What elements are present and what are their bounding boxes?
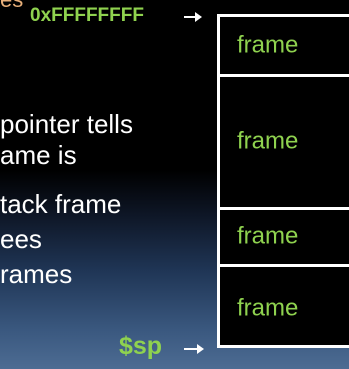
slide-top-fragment: es [0,0,23,11]
stack-frame-4-label: frame [237,294,299,322]
stack-frame-3-label: frame [237,222,299,250]
stack-frame-4: frame [220,267,349,345]
stack-diagram: frame frame frame frame [217,14,349,348]
stack-pointer-label: $sp [119,332,163,360]
stack-frame-2-label: frame [237,127,299,155]
stack-frame-1: frame [220,17,349,77]
stack-frame-1-label: frame [237,30,299,58]
slide-line-3: tack frame [0,189,122,219]
slide-line-2: ame is [0,140,77,170]
top-address-arrow [184,12,202,22]
slide-line-4: ees [0,224,42,254]
stack-pointer-arrow [184,344,204,354]
slide-line-5: rames [0,259,73,289]
slide-line-1: pointer tells [0,109,133,139]
stack-frame-2: frame [220,77,349,210]
stack-frame-3: frame [220,210,349,267]
top-address-label: 0xFFFFFFFF [30,5,144,26]
